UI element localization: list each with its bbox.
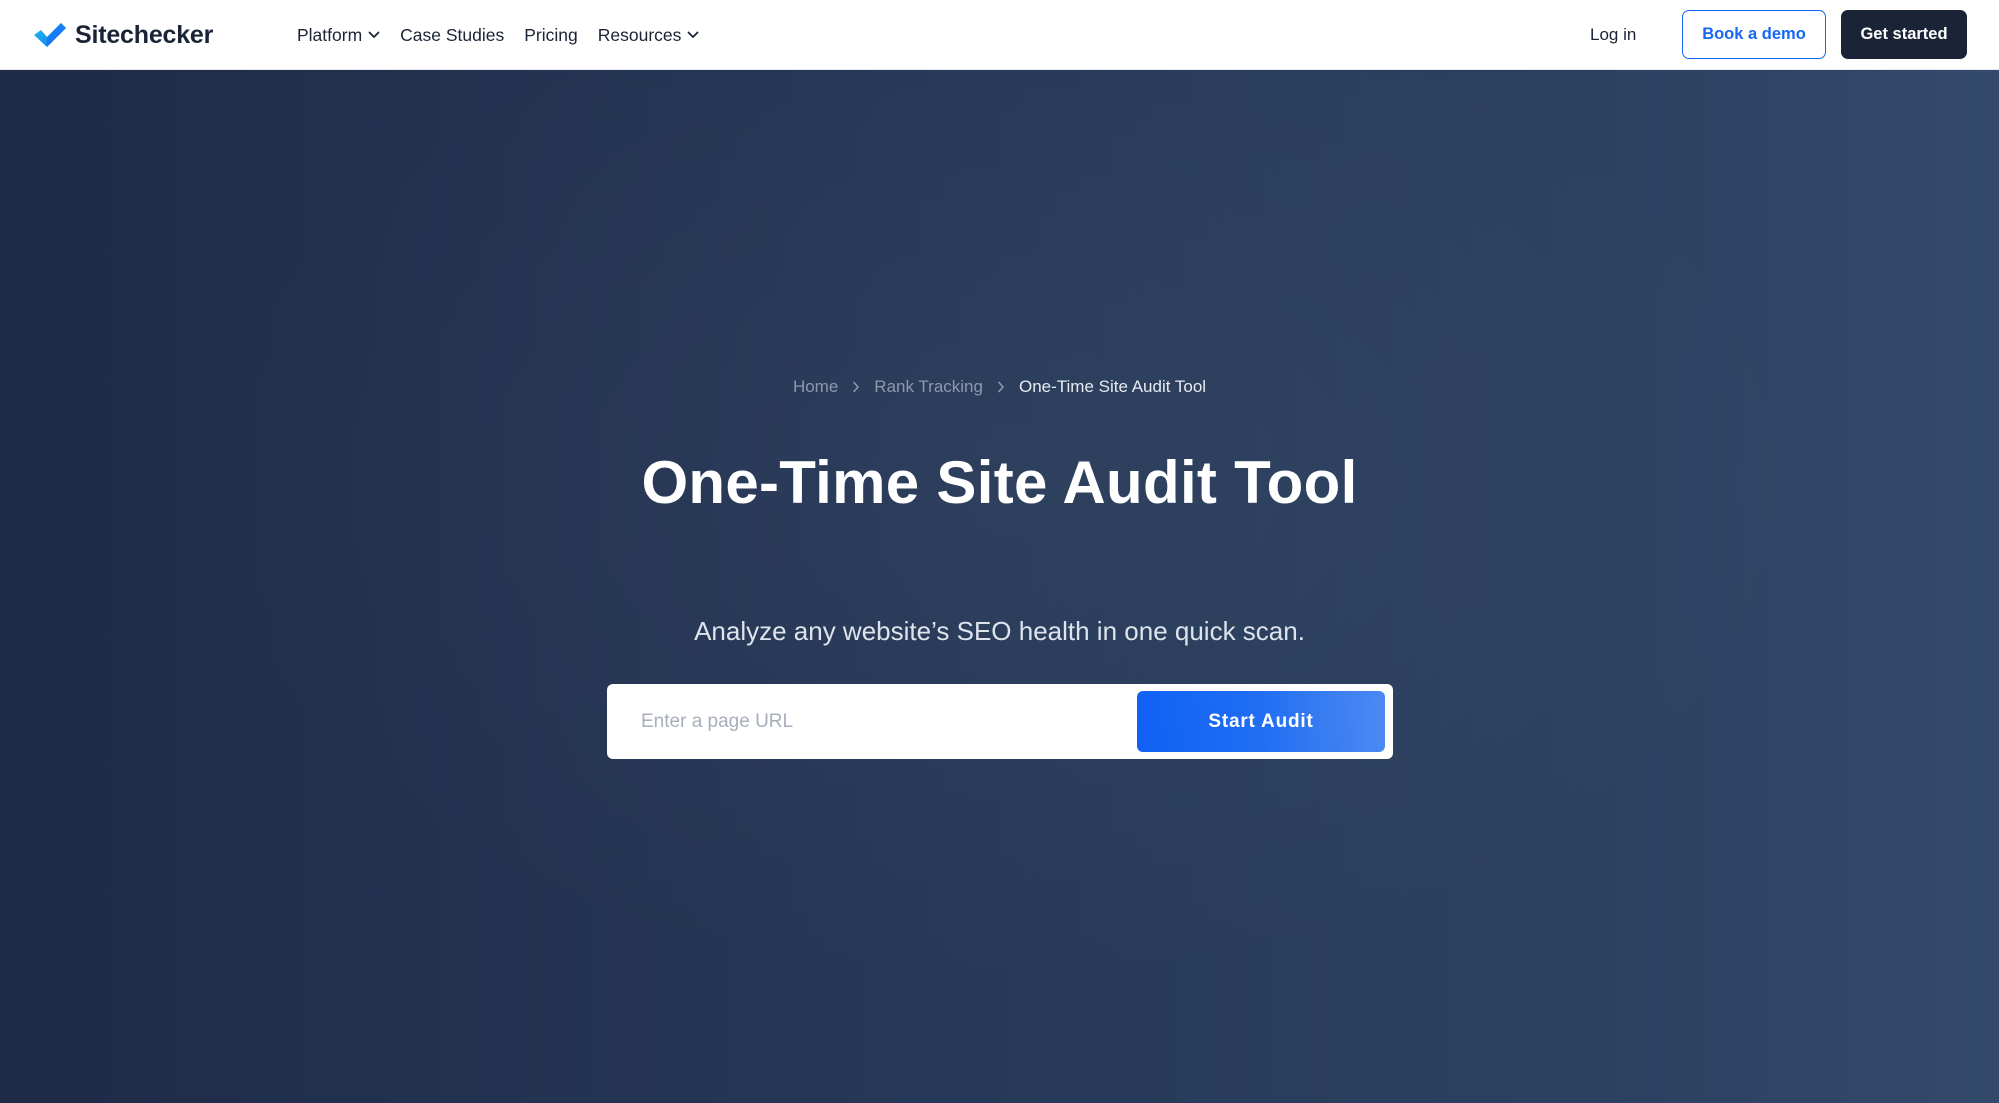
- chevron-right-icon: [998, 381, 1004, 393]
- nav-item-label: Resources: [597, 24, 682, 45]
- nav-item-platform[interactable]: Platform: [297, 25, 380, 46]
- nav-item-pricing[interactable]: Pricing: [524, 25, 578, 46]
- brand-name: Sitechecker: [75, 20, 214, 49]
- brand-logo[interactable]: Sitechecker: [33, 20, 213, 50]
- breadcrumb-rank-tracking[interactable]: Rank Tracking: [874, 375, 983, 399]
- nav-item-label: Pricing: [524, 24, 578, 45]
- breadcrumb-home[interactable]: Home: [793, 375, 838, 399]
- get-started-button[interactable]: Get started: [1841, 10, 1967, 59]
- site-header: Sitechecker Platform Case Studies Pricin…: [0, 0, 1999, 70]
- breadcrumb: Home Rank Tracking One-Time Site Audit T…: [0, 375, 1999, 399]
- chevron-right-icon: [853, 381, 860, 393]
- chevron-down-icon: [688, 31, 699, 38]
- nav-item-label: Case Studies: [400, 24, 505, 45]
- nav-item-resources[interactable]: Resources: [598, 25, 700, 46]
- nav-item-label: Platform: [297, 24, 363, 45]
- breadcrumb-current: One-Time Site Audit Tool: [1018, 377, 1207, 396]
- main-nav: Platform Case Studies Pricing Resources: [297, 0, 719, 70]
- chevron-down-icon: [368, 31, 380, 38]
- page-subtitle: Analyze any website’s SEO health in one …: [694, 616, 1305, 646]
- check-mark-logo-icon: [34, 23, 66, 47]
- url-search-form: Start Audit: [607, 684, 1393, 759]
- start-audit-button[interactable]: Start Audit: [1137, 691, 1385, 752]
- url-input[interactable]: [629, 698, 1169, 746]
- hero-section: Home Rank Tracking One-Time Site Audit T…: [0, 70, 1999, 1103]
- page-title: One-Time Site Audit Tool: [641, 449, 1358, 516]
- book-demo-button[interactable]: Book a demo: [1682, 10, 1826, 59]
- nav-item-case-studies[interactable]: Case Studies: [400, 25, 504, 46]
- login-link[interactable]: Log in: [1590, 23, 1636, 47]
